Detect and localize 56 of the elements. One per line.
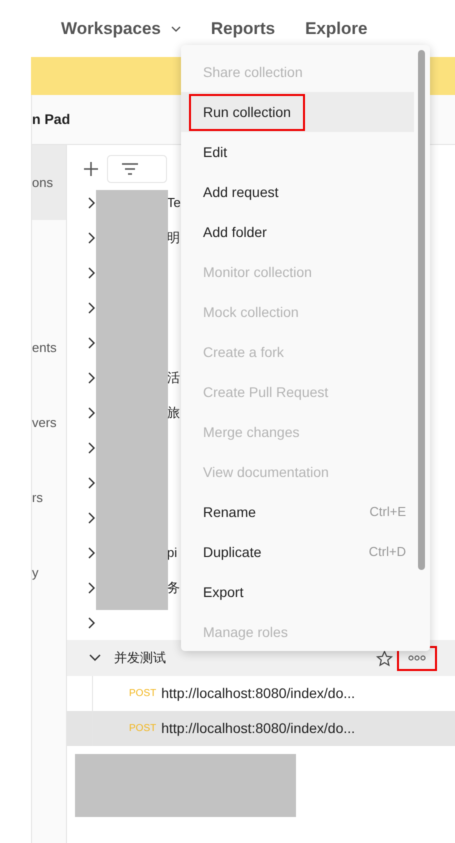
nav-link[interactable]: Explore (305, 16, 368, 42)
chevron-right-icon[interactable] (87, 442, 96, 454)
method-label: POST (129, 687, 156, 701)
nav-link[interactable]: Workspaces (61, 16, 181, 42)
scrollbar[interactable] (418, 50, 425, 570)
chevron-right-icon[interactable] (87, 512, 96, 524)
sidebar-item[interactable]: rs (32, 460, 66, 535)
menu-item: Monitor collection (202, 262, 313, 282)
menu-item: Manage roles (202, 622, 289, 642)
menu-item[interactable]: Rename (189, 494, 270, 530)
sidebar-item[interactable]: ents (32, 310, 66, 385)
collection-name[interactable]: pi (167, 542, 178, 562)
menu-item: Share collection (202, 62, 304, 82)
chevron-right-icon[interactable] (87, 476, 96, 488)
collection-name[interactable]: 务 (167, 578, 180, 598)
add-icon[interactable] (83, 161, 99, 177)
nav-link[interactable]: Reports (210, 16, 276, 42)
collection-name[interactable]: 活 (167, 368, 180, 388)
menu-item[interactable]: Add folder (189, 214, 281, 250)
menu-item[interactable]: Run collection (189, 94, 305, 130)
chevron-right-icon[interactable] (87, 266, 96, 278)
workspace-title: n Pad (32, 110, 70, 129)
chevron-right-icon[interactable] (87, 336, 96, 348)
more-icon (408, 655, 426, 661)
request-item[interactable]: POST http://localhost:8080/index/do... (67, 711, 455, 746)
chevron-right-icon[interactable] (87, 616, 96, 628)
star-icon[interactable] (376, 650, 393, 666)
request-url: http://localhost:8080/index/do... (161, 684, 356, 703)
chevron-right-icon[interactable] (87, 302, 96, 314)
chevron-right-icon[interactable] (87, 196, 96, 208)
menu-item[interactable]: Add request (189, 174, 292, 210)
chevron-down-icon[interactable] (89, 654, 101, 662)
menu-item: Create Pull Request (202, 382, 330, 402)
menu-item: Create a fork (202, 342, 285, 362)
shortcut-label: Ctrl+D (368, 543, 406, 562)
sidebar-item[interactable]: y (32, 535, 66, 610)
sidebar-item[interactable]: vers (32, 385, 66, 460)
chevron-right-icon[interactable] (87, 232, 96, 244)
request-url: http://localhost:8080/index/do... (161, 719, 356, 738)
menu-item[interactable]: Export (189, 574, 258, 610)
method-label: POST (129, 722, 156, 736)
menu-item[interactable]: Edit (189, 134, 242, 170)
shortcut-label: Ctrl+E (370, 503, 406, 522)
menu-item: Merge changes (202, 422, 301, 442)
chevron-right-icon[interactable] (87, 546, 96, 558)
sidebar-item[interactable]: ons (32, 145, 66, 220)
menu-item: View documentation (202, 462, 330, 482)
chevron-right-icon[interactable] (87, 372, 96, 384)
collection-name[interactable]: Te (167, 192, 181, 212)
collection-name[interactable]: 旅 (167, 402, 180, 422)
menu-item: Mock collection (202, 302, 300, 322)
menu-item[interactable]: Duplicate (189, 534, 276, 570)
chevron-right-icon[interactable] (87, 406, 96, 418)
collection-name[interactable]: 明 (167, 228, 180, 248)
filter-icon (122, 163, 138, 175)
chevron-right-icon[interactable] (87, 582, 96, 594)
